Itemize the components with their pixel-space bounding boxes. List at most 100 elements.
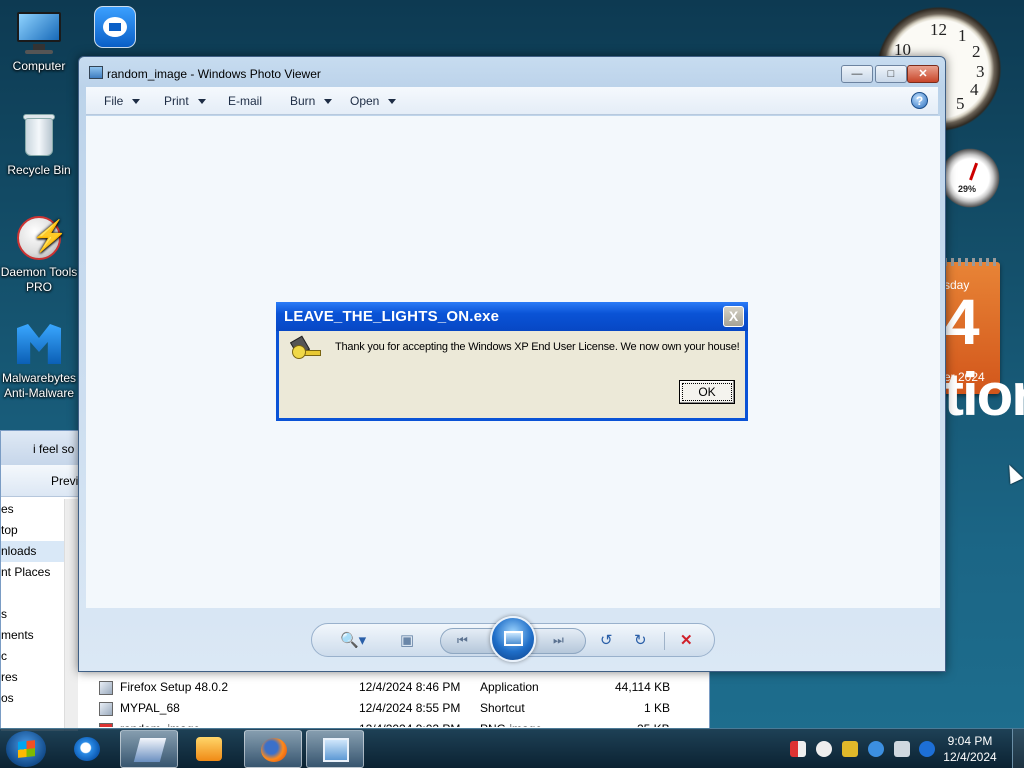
slideshow-button[interactable] [490,616,536,662]
calendar-rings [944,258,1000,266]
clock-number: 1 [958,26,967,45]
dialog-title: LEAVE_THE_LIGHTS_ON.exe [284,308,500,325]
folder-icon [133,738,167,762]
dialog-close-button[interactable]: X [723,306,744,327]
nav-item[interactable]: ments [1,625,64,646]
taskbar-ie-button[interactable] [58,730,116,768]
wallpaper-text: tior [944,361,1024,428]
media-player-icon [196,737,222,761]
file-size: 1 KB [644,701,671,715]
menu-print[interactable]: Print [164,94,206,108]
clock-number: 2 [972,42,981,61]
nav-item[interactable]: s [1,604,64,625]
clock-date: 12/4/2024 [943,750,997,764]
dialog-titlebar[interactable]: LEAVE_THE_LIGHTS_ON.exe X [276,302,748,331]
chevron-down-icon [197,99,206,105]
teamviewer-icon[interactable] [94,6,136,48]
teamviewer-tray-icon[interactable] [919,741,936,757]
menu-label: Burn [290,94,316,108]
keys-tray-icon[interactable] [841,741,858,757]
window-title: random_image - Windows Photo Viewer [107,67,321,81]
keys-icon [289,335,327,370]
windows-logo-icon [18,740,35,758]
start-button[interactable] [6,731,46,767]
next-icon[interactable]: ⏭ [553,633,564,648]
file-date: 12/4/2024 8:55 PM [359,701,461,715]
desktop-icon-malwarebytes[interactable]: Malwarebytes Anti-Malware [0,320,78,401]
clock-time: 9:04 PM [947,734,993,748]
nav-item[interactable]: os [1,688,64,709]
cloud-icon[interactable] [867,741,884,757]
desktop-icon-label: Computer [12,59,66,73]
system-tray [790,741,941,760]
file-type: Application [480,680,539,694]
actual-size-icon[interactable]: ▣ [400,632,414,650]
nav-item[interactable]: res [1,667,64,688]
recycle-bin-icon [15,112,63,160]
desktop-icon-daemon-tools[interactable]: ⚡ Daemon Tools PRO [0,214,78,295]
address-bar[interactable]: i feel so [1,431,81,465]
table-row[interactable]: Firefox Setup 48.0.2 12/4/2024 8:46 PM A… [79,677,711,698]
chevron-down-icon [132,99,141,105]
navigation-pane[interactable]: es top nloads nt Places s ments c res os [1,499,65,731]
security-shield-icon[interactable] [790,741,806,757]
taskbar-clock[interactable]: 9:04 PM 12/4/2024 [938,733,1002,765]
internet-explorer-icon [74,737,100,761]
file-name: MYPAL_68 [120,701,180,715]
menu-email[interactable]: E-mail [228,94,262,108]
menu-label: File [104,94,124,108]
previous-icon[interactable]: ⏮ [457,633,468,648]
nav-item[interactable]: top [1,520,64,541]
preview-button[interactable]: Previ [51,474,78,488]
minimize-button[interactable]: — [841,65,873,83]
explorer-toolbar[interactable]: Previ [1,465,81,497]
menu-file[interactable]: File [104,94,141,108]
nav-scrollbar[interactable] [64,499,78,731]
desktop-icon-label: Malwarebytes Anti-Malware [1,371,77,400]
nav-item[interactable]: nt Places [1,562,64,583]
nav-item[interactable] [1,583,64,604]
dialog-message: Thank you for accepting the Windows XP E… [335,341,740,353]
clock-number: 12 [930,20,947,39]
menu-label: Open [350,94,380,108]
photo-viewer-icon [89,66,103,79]
desktop-icon-recycle-bin[interactable]: Recycle Bin [0,112,78,178]
show-desktop-button[interactable] [1012,729,1024,768]
image-icon [99,723,113,727]
table-row[interactable]: MYPAL_68 12/4/2024 8:55 PM Shortcut 1 KB [79,698,711,719]
delete-icon[interactable]: ✕ [680,632,693,650]
help-icon[interactable]: ? [911,92,928,109]
taskbar-explorer-button[interactable] [120,730,178,768]
taskbar-media-player-button[interactable] [180,730,238,768]
nav-item[interactable]: c [1,646,64,667]
rotate-counterclockwise-icon[interactable]: ↺ [600,632,613,650]
maximize-button[interactable]: □ [875,65,907,83]
message-dialog[interactable]: LEAVE_THE_LIGHTS_ON.exe X Thank you for … [276,302,748,421]
file-date: 12/4/2024 8:46 PM [359,680,461,694]
address-text: i feel so [33,442,75,456]
close-button[interactable]: ✕ [907,65,939,83]
message-icon[interactable] [815,741,832,757]
ok-button[interactable]: OK [679,380,735,404]
taskbar-photo-viewer-button[interactable] [306,730,364,768]
menu-open[interactable]: Open [350,94,397,108]
cpu-meter-gadget[interactable]: 29% [940,148,1000,208]
mouse-cursor [1002,461,1024,485]
daemon-tools-icon: ⚡ [15,214,68,262]
playback-controls: 🔍▾ ▣ ⏮ ⏭ ↺ ↻ ✕ [311,616,715,662]
nav-item[interactable]: nloads [1,541,64,562]
application-icon [99,681,113,695]
malwarebytes-icon [15,320,63,368]
chevron-down-icon [388,99,397,105]
rotate-clockwise-icon[interactable]: ↻ [634,632,647,650]
photo-viewer-icon [323,738,349,762]
taskbar-firefox-button[interactable] [244,730,302,768]
calendar-date: 4 [944,286,980,358]
table-row[interactable]: random_image 12/4/2024 9:02 PM PNG image… [79,719,711,727]
nav-item[interactable]: es [1,499,64,520]
zoom-icon[interactable]: 🔍▾ [340,632,366,650]
menu-burn[interactable]: Burn [290,94,333,108]
meter-needle [969,162,979,181]
desktop-icon-computer[interactable]: Computer [0,8,78,74]
network-icon[interactable] [893,741,910,757]
